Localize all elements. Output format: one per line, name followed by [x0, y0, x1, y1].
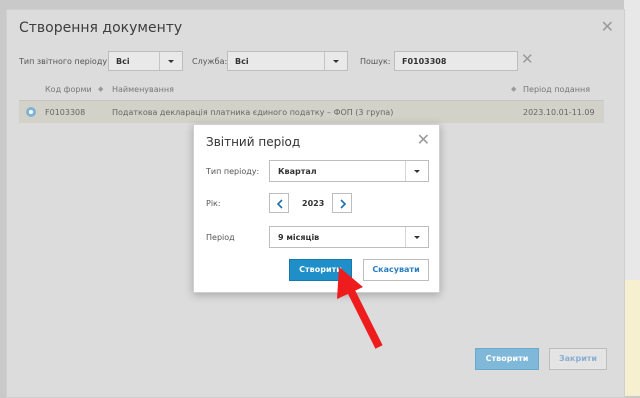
modal-title: Звітний період	[206, 135, 301, 149]
chevron-right-icon	[340, 199, 347, 209]
period-type-value: Всі	[116, 57, 130, 66]
period-value: 9 місяців	[278, 233, 320, 242]
red-arrow-icon	[337, 267, 383, 349]
search-label: Пошук:	[360, 57, 391, 66]
background-page-strip	[624, 0, 640, 396]
next-year-button[interactable]	[332, 193, 352, 213]
row-period: 2023.10.01-11.09	[523, 108, 595, 117]
chevron-down-icon	[405, 227, 428, 247]
service-label: Служба:	[192, 57, 228, 66]
modal-period-type-select[interactable]: Квартал	[269, 160, 429, 182]
year-value: 2023	[302, 199, 325, 208]
period-type-select[interactable]: Всі	[108, 51, 183, 71]
close-button[interactable]: Закрити	[549, 348, 607, 370]
previous-year-button[interactable]	[269, 193, 289, 213]
column-header-code[interactable]: Код форми	[45, 85, 92, 94]
period-label: Період	[206, 233, 235, 242]
sort-icon[interactable]: ◆	[511, 85, 516, 93]
table-header: Код форми ◆ Найменування ◆ Період поданн…	[19, 80, 604, 101]
sort-icon[interactable]: ◆	[98, 85, 103, 93]
column-header-period[interactable]: Період подання	[523, 85, 590, 94]
create-button[interactable]: Створити	[475, 348, 539, 370]
dialog-title: Створення документу	[19, 20, 183, 36]
period-type-label: Тип звітного періоду:	[19, 57, 110, 66]
row-code: F0103308	[45, 108, 86, 117]
period-select[interactable]: 9 місяців	[269, 226, 429, 248]
row-radio-icon[interactable]	[26, 107, 36, 117]
modal-period-type-value: Квартал	[278, 167, 317, 176]
chevron-down-icon	[324, 52, 347, 70]
year-label: Рік:	[206, 199, 221, 208]
reporting-period-modal: Звітний період ✕ Тип періоду: Квартал Рі…	[193, 124, 440, 293]
chevron-left-icon	[276, 199, 283, 209]
chevron-down-icon	[405, 161, 428, 181]
service-select[interactable]: Всі	[227, 51, 348, 71]
table-row[interactable]: F0103308 Податкова декларація платника є…	[19, 101, 604, 123]
service-value: Всі	[235, 57, 249, 66]
column-header-name[interactable]: Найменування	[112, 85, 174, 94]
search-input[interactable]: F0103308	[394, 51, 518, 71]
row-name: Податкова декларація платника єдиного по…	[112, 108, 394, 117]
background-yellow-area	[624, 280, 640, 396]
chevron-down-icon	[159, 52, 182, 70]
close-icon[interactable]: ✕	[417, 130, 430, 149]
modal-period-type-label: Тип періоду:	[206, 167, 260, 176]
search-value: F0103308	[402, 57, 447, 66]
close-icon[interactable]: ✕	[601, 17, 614, 36]
clear-search-icon[interactable]: ✕	[521, 50, 534, 68]
